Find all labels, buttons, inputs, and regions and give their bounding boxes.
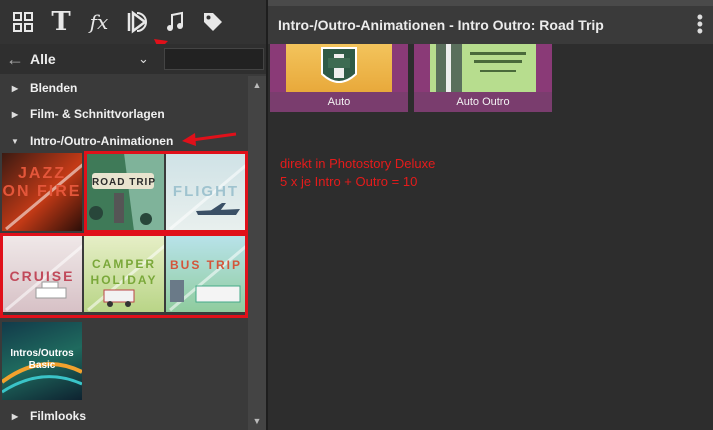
media-toolbar: T fx xyxy=(0,0,266,44)
tree-item-intro-outro[interactable]: ▼ Intro-/Outro-Animationen xyxy=(0,129,173,153)
item-auto-preview xyxy=(286,44,392,92)
more-options-icon[interactable]: • • • xyxy=(697,8,703,40)
text-icon[interactable]: T xyxy=(44,5,78,39)
tag-icon[interactable] xyxy=(196,5,230,39)
fx-icon-glyph: fx xyxy=(89,10,109,34)
highlight-box-top xyxy=(84,151,248,233)
item-auto-outro-preview xyxy=(430,44,536,92)
item-auto-outro[interactable]: Auto Outro xyxy=(414,44,552,112)
tree-item-blenden[interactable]: ▶ Blenden xyxy=(0,76,77,100)
content-header: Intro-/Outro-Animationen - Intro Outro: … xyxy=(268,6,713,44)
tree-item-label: Intro-/Outro-Animationen xyxy=(30,134,174,148)
annotation-line-1: direkt in Photostory Deluxe xyxy=(280,156,436,171)
annotation-line-2: 5 x je Intro + Outro = 10 xyxy=(280,174,418,189)
thumb-intros-outros-basic[interactable]: Intros/Outros Basic xyxy=(2,322,82,400)
item-caption: Auto xyxy=(270,92,408,112)
outro-art xyxy=(436,44,526,92)
back-arrow-icon[interactable]: ← xyxy=(0,49,30,70)
thumb-label: JAZZ ON FIRE xyxy=(2,165,82,200)
grid-icon[interactable] xyxy=(6,5,40,39)
text-icon-glyph: T xyxy=(51,7,71,37)
search-input[interactable] xyxy=(164,48,264,70)
fx-icon[interactable]: fx xyxy=(82,5,116,39)
scroll-up-icon[interactable]: ▲ xyxy=(248,76,266,94)
thumb-jazz-on-fire[interactable]: JAZZ ON FIRE xyxy=(2,153,82,231)
item-auto[interactable]: Auto xyxy=(270,44,408,112)
tree-item-label: Filmlooks xyxy=(30,409,87,423)
collapse-icon: ▼ xyxy=(11,136,19,146)
shield-art xyxy=(321,47,357,83)
filter-row: ← Alle ⌄ xyxy=(0,44,266,74)
tree-item-label: Film- & Schnittvorlagen xyxy=(30,107,165,121)
annotation-text: direkt in Photostory Deluxe 5 x je Intro… xyxy=(280,155,435,191)
left-panel: T fx ← Alle ⌄ ▶ Blenden ▶ Film- & Schnit… xyxy=(0,0,266,430)
thumb-label: Intros/Outros Basic xyxy=(10,348,74,371)
tree-scrollbar[interactable]: ▲ ▼ xyxy=(248,76,266,430)
chevron-down-icon[interactable]: ⌄ xyxy=(138,51,164,67)
expand-icon: ▶ xyxy=(11,411,19,421)
scroll-down-icon[interactable]: ▼ xyxy=(248,412,266,430)
expand-icon: ▶ xyxy=(11,109,19,119)
item-caption: Auto Outro xyxy=(414,92,552,112)
tree-item-label: Blenden xyxy=(30,81,78,95)
highlight-box-bottom xyxy=(0,233,248,318)
content-title: Intro-/Outro-Animationen - Intro Outro: … xyxy=(278,17,604,33)
intro-outro-icon[interactable] xyxy=(120,5,154,39)
filter-dropdown[interactable]: Alle xyxy=(30,51,138,67)
app-window: T fx ← Alle ⌄ ▶ Blenden ▶ Film- & Schnit… xyxy=(0,0,713,430)
annotation-arrow-tree xyxy=(182,132,237,146)
content-area: Auto Auto Outro direkt in Photostory Del… xyxy=(268,44,713,430)
expand-icon: ▶ xyxy=(11,83,19,93)
tree-item-filmlooks[interactable]: ▶ Filmlooks xyxy=(0,404,86,428)
category-tree: ▶ Blenden ▶ Film- & Schnittvorlagen ▼ In… xyxy=(0,76,248,430)
music-icon[interactable] xyxy=(158,5,192,39)
tree-item-film-schnittvorlagen[interactable]: ▶ Film- & Schnittvorlagen xyxy=(0,102,165,126)
